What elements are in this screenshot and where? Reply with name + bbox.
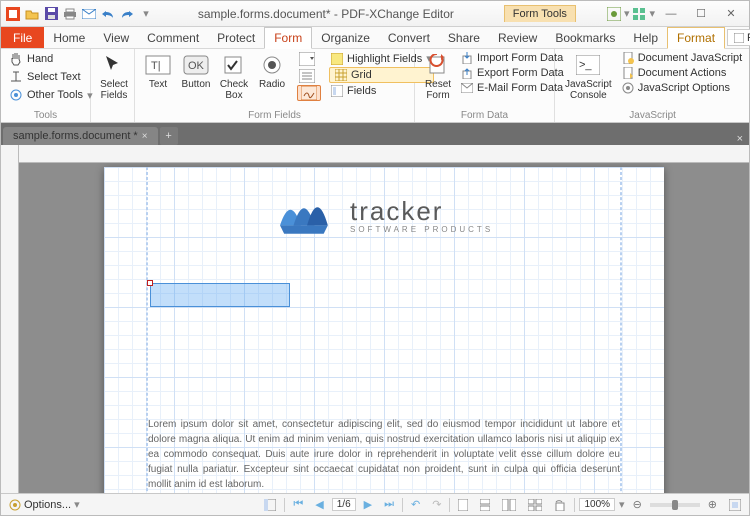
document-tabstrip: sample.forms.document *× + × [1,123,749,145]
tab-close-icon[interactable]: × [142,131,148,142]
qat-dropdown-icon[interactable]: ▾ [138,6,154,22]
forward-button[interactable]: ↷ [428,498,445,511]
js-console-button[interactable]: >_JavaScript Console [561,51,616,103]
window-title: sample.forms.document* - PDF-XChange Edi… [154,7,498,21]
dropdown-icon[interactable]: ▾ [649,7,655,20]
zoom-out-button[interactable]: ⊖ [629,498,646,511]
text-field-button[interactable]: T|Text [141,51,175,92]
form-field[interactable] [150,283,290,307]
vertical-ruler [1,145,19,493]
logo-text: tracker [350,196,493,227]
new-tab-button[interactable]: + [160,127,178,145]
launch-icon[interactable] [631,6,647,22]
tab-file[interactable]: File [1,27,44,48]
reset-form-button[interactable]: Reset Form [421,51,455,103]
save-icon[interactable] [43,6,59,22]
group-label-tools: Tools [7,109,84,122]
hand-tool[interactable]: Hand [7,51,95,67]
tab-help[interactable]: Help [624,27,667,48]
signature-field-button[interactable] [297,85,321,101]
layout-facing-cont[interactable] [524,499,546,511]
next-page-button[interactable]: ▶ [360,498,376,511]
group-label-form-fields: Form Fields [141,109,408,122]
import-form-data[interactable]: Import Form Data [459,51,566,65]
tab-home[interactable]: Home [44,27,94,48]
select-text-tool[interactable]: Select Text [7,69,95,85]
radio-field-button[interactable]: Radio [255,51,289,92]
back-button[interactable]: ↶ [407,498,424,511]
resize-handle[interactable] [147,280,153,286]
export-form-data[interactable]: Export Form Data [459,66,566,80]
document-javascript[interactable]: Document JavaScript [620,51,745,65]
email-form-data[interactable]: E-Mail Form Data [459,81,566,95]
undo-icon[interactable] [100,6,116,22]
other-tools[interactable]: Other Tools ▾ [7,87,95,103]
minimize-button[interactable]: — [657,5,685,23]
tab-share[interactable]: Share [439,27,489,48]
group-label-javascript: JavaScript [561,109,744,122]
tab-comment[interactable]: Comment [138,27,208,48]
layout-single[interactable] [454,499,472,511]
tab-convert[interactable]: Convert [379,27,439,48]
quick-access-toolbar: ▾ [5,6,154,22]
body-paragraph-1: Lorem ipsum dolor sit amet, consectetur … [148,417,620,492]
tab-protect[interactable]: Protect [208,27,264,48]
fit-page-icon[interactable] [725,499,745,511]
javascript-options[interactable]: JavaScript Options [620,81,745,95]
ui-options-icon[interactable] [606,6,622,22]
tab-form[interactable]: Form [264,27,312,49]
checkbox-field-button[interactable]: Check Box [217,51,251,103]
svg-text:OK: OK [188,60,205,72]
svg-text:>_: >_ [579,59,592,71]
workspace: trackerSOFTWARE PRODUCTS Lorem ipsum dol… [1,145,749,493]
prev-page-button[interactable]: ◀ [311,498,327,511]
maximize-button[interactable]: ☐ [687,5,715,23]
page-number[interactable]: 1/6 [332,498,356,511]
tab-organize[interactable]: Organize [312,27,379,48]
tab-review[interactable]: Review [489,27,546,48]
app-icon [5,6,21,22]
svg-text:T|: T| [151,60,161,72]
select-fields-button[interactable]: Select Fields [97,51,131,103]
list-box-button[interactable] [297,68,321,84]
group-label-form-data: Form Data [421,109,548,122]
tab-format[interactable]: Format [667,27,725,49]
close-button[interactable]: ✕ [717,5,745,23]
logo-subtext: SOFTWARE PRODUCTS [350,225,493,234]
close-all-tabs[interactable]: × [731,133,749,145]
rotate-icon[interactable] [550,499,570,511]
dropdown-icon[interactable]: ▾ [624,7,630,20]
options-button[interactable]: Options...▾ [5,498,84,511]
redo-icon[interactable] [119,6,135,22]
document-actions[interactable]: Document Actions [620,66,745,80]
nav-panel-icon[interactable] [260,499,280,511]
last-page-button[interactable]: ⏭ [380,498,398,511]
print-icon[interactable] [62,6,78,22]
status-bar: Options...▾ ⏮ ◀ 1/6 ▶ ⏭ ↶ ↷ 100%▾ ⊖ ⊕ [1,493,749,515]
zoom-value[interactable]: 100% [579,498,615,511]
open-icon[interactable] [24,6,40,22]
find-box[interactable]: Find... [727,29,750,46]
layout-facing[interactable] [498,499,520,511]
titlebar: ▾ sample.forms.document* - PDF-XChange E… [1,1,749,27]
tab-bookmarks[interactable]: Bookmarks [546,27,624,48]
ribbon: Hand Select Text Other Tools ▾ Tools Sel… [1,49,749,123]
zoom-slider[interactable] [650,503,700,507]
menubar: File Home View Comment Protect Form Orga… [1,27,749,49]
document-tab[interactable]: sample.forms.document *× [3,127,158,145]
button-field-button[interactable]: OKButton [179,51,213,92]
email-icon[interactable] [81,6,97,22]
first-page-button[interactable]: ⏮ [289,498,307,511]
layout-continuous[interactable] [476,499,494,511]
combo-box-button[interactable] [297,51,321,67]
logo: trackerSOFTWARE PRODUCTS [274,189,493,241]
context-tab-label: Form Tools [504,5,576,22]
canvas[interactable]: trackerSOFTWARE PRODUCTS Lorem ipsum dol… [19,163,749,493]
horizontal-ruler [19,145,749,163]
tab-view[interactable]: View [94,27,138,48]
page[interactable]: trackerSOFTWARE PRODUCTS Lorem ipsum dol… [104,167,664,493]
zoom-in-button[interactable]: ⊕ [704,498,721,511]
